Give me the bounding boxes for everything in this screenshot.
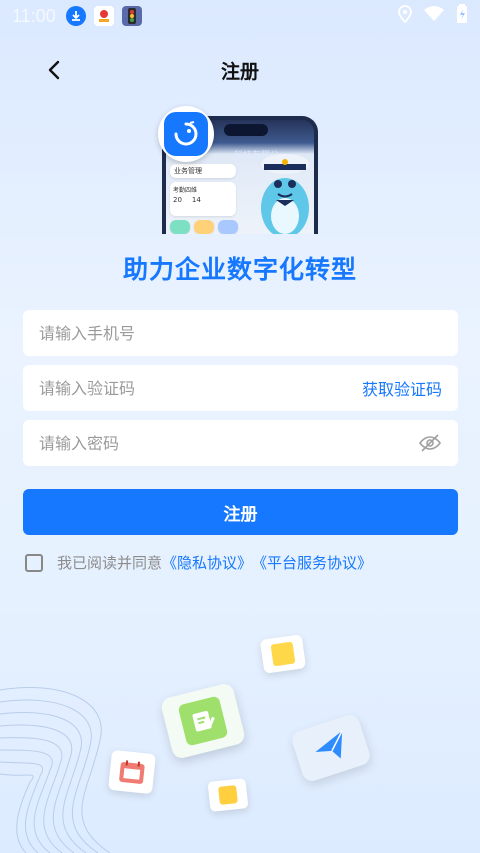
phone-field xyxy=(23,310,458,356)
app-notification-icon xyxy=(93,6,114,26)
mascot-illustration xyxy=(261,154,309,234)
privacy-link[interactable]: 《隐私协议》 xyxy=(162,552,252,573)
code-field: 获取验证码 xyxy=(23,365,458,411)
chevron-left-icon xyxy=(48,60,60,80)
card-title: 业务管理 xyxy=(170,164,236,178)
code-input[interactable] xyxy=(39,378,362,398)
calendar-icon xyxy=(108,749,156,795)
location-icon xyxy=(398,4,412,28)
phone-input[interactable] xyxy=(39,323,442,343)
hero-illustration: 科技有限公 业务管理 考勤四维 20 14 xyxy=(158,106,324,234)
slogan: 助力企业数字化转型 xyxy=(122,255,357,284)
agreement-row: 我已阅读并同意 《隐私协议》 《平台服务协议》 xyxy=(25,552,372,573)
password-input[interactable] xyxy=(39,433,418,453)
card-num-a: 20 xyxy=(173,196,182,204)
service-link[interactable]: 《平台服务协议》 xyxy=(252,552,372,573)
back-button[interactable] xyxy=(40,56,68,84)
app-logo xyxy=(158,106,214,162)
edit-document-icon xyxy=(159,681,247,761)
agree-checkbox[interactable] xyxy=(25,553,43,572)
wifi-icon xyxy=(424,5,444,27)
logo-icon xyxy=(174,121,198,146)
paper-plane-icon xyxy=(289,712,373,784)
traffic-light-icon xyxy=(121,6,142,26)
battery-icon xyxy=(456,3,468,29)
get-code-button[interactable]: 获取验证码 xyxy=(362,376,442,400)
status-time: 11:00 xyxy=(12,5,56,26)
download-icon xyxy=(65,6,86,26)
page-title: 注册 xyxy=(220,60,259,83)
header: 注册 xyxy=(0,48,480,92)
card-num-b: 14 xyxy=(191,196,201,204)
agreement-prefix: 我已阅读并同意 xyxy=(57,554,163,572)
folder-icon xyxy=(207,778,249,812)
status-bar: 11:00 xyxy=(0,0,480,32)
eye-off-icon[interactable] xyxy=(418,431,442,455)
card-sub: 考勤四维 xyxy=(173,187,198,194)
register-button[interactable]: 注册 xyxy=(23,489,458,535)
note-icon xyxy=(259,634,307,674)
password-field xyxy=(23,420,458,466)
